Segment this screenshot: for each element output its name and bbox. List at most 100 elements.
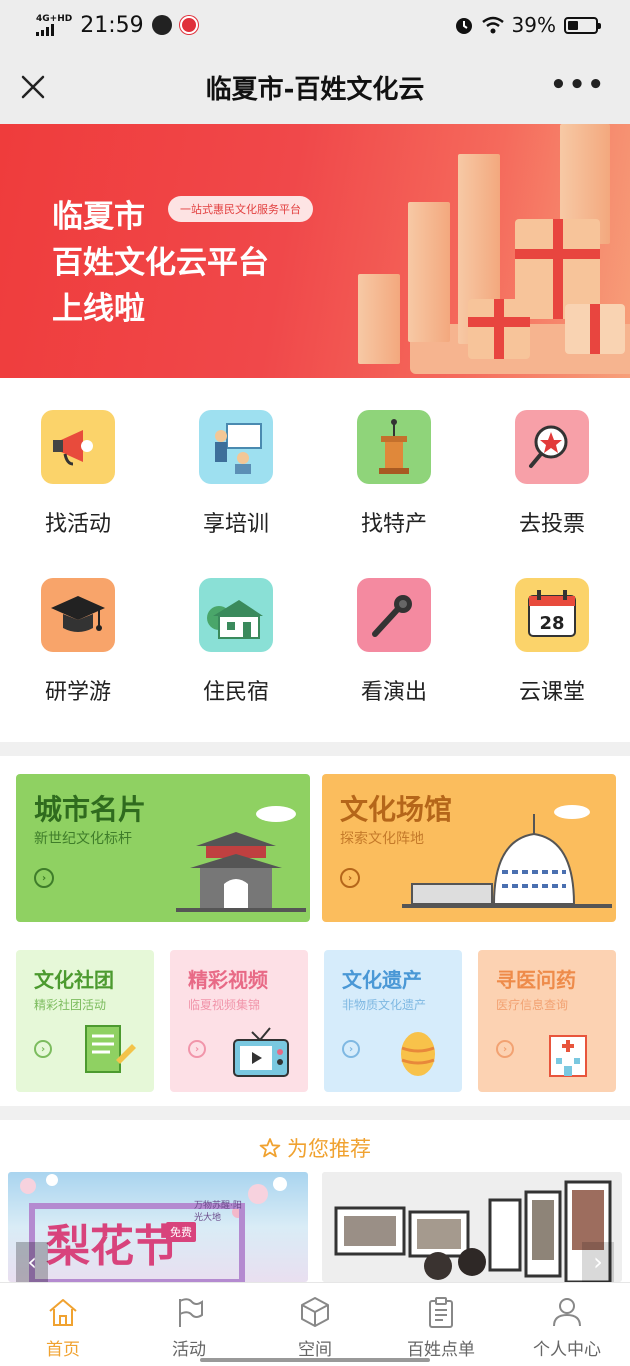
card-subtitle: 新世纪文化标杆 bbox=[34, 831, 132, 847]
alarm-icon bbox=[455, 18, 472, 34]
signal-icon bbox=[36, 23, 54, 36]
tab-home[interactable]: 首页 bbox=[0, 1283, 126, 1366]
pear-festival-subtext: 万物苏醒·阳光大地 bbox=[194, 1201, 242, 1223]
wifi-icon bbox=[481, 16, 504, 34]
vote-icon bbox=[515, 410, 589, 484]
card-videos[interactable]: 精彩视频 临夏视频集锦 › bbox=[170, 950, 308, 1092]
user-icon bbox=[553, 1298, 581, 1327]
card-title: 精彩视频 bbox=[188, 968, 268, 992]
page-title: 临夏市-百姓文化云 bbox=[205, 74, 425, 105]
grid-item-vote[interactable]: 去投票 bbox=[482, 378, 622, 538]
carousel-next-icon[interactable]: › bbox=[582, 1242, 614, 1282]
signal-indicator: 4G+HD bbox=[36, 13, 73, 36]
clipboard-icon bbox=[429, 1297, 453, 1328]
app-notification-icon bbox=[179, 16, 198, 34]
banner-line-3: 上线啦 bbox=[52, 291, 145, 327]
arrow-right-icon: › bbox=[34, 1040, 52, 1058]
grid-label: 研学游 bbox=[44, 680, 111, 705]
card-culture-clubs[interactable]: 文化社团 精彩社团活动 › bbox=[16, 950, 154, 1092]
tab-label: 活动 bbox=[172, 1340, 206, 1360]
grid-label: 找活动 bbox=[44, 512, 111, 537]
tab-public-order[interactable]: 百姓点单 bbox=[378, 1283, 504, 1366]
notebook-icon bbox=[85, 1025, 136, 1073]
section-divider bbox=[0, 742, 630, 756]
chat-notification-icon bbox=[151, 15, 172, 35]
tab-space[interactable]: 空间 bbox=[252, 1283, 378, 1366]
status-left: 4G+HD 21:59 bbox=[36, 13, 198, 38]
recommend-card-exhibition[interactable]: › bbox=[322, 1172, 622, 1282]
grid-item-specialties[interactable]: 找特产 bbox=[324, 378, 464, 538]
card-subtitle: 非物质文化遗产 bbox=[342, 998, 427, 1012]
feature-grid: 找活动 享培训 找特产 去投票 研学游 住民宿 看演出 28 云课堂 bbox=[0, 378, 630, 742]
section-divider bbox=[0, 1106, 630, 1120]
grid-item-performance[interactable]: 看演出 bbox=[324, 546, 464, 706]
tab-profile[interactable]: 个人中心 bbox=[504, 1283, 630, 1366]
grid-item-cloud-class[interactable]: 28 云课堂 bbox=[482, 546, 622, 706]
home-icon bbox=[49, 1299, 77, 1326]
card-title: 文化社团 bbox=[34, 968, 114, 992]
star-icon bbox=[259, 1138, 281, 1158]
megaphone-icon bbox=[41, 410, 115, 484]
grid-label: 找特产 bbox=[360, 512, 427, 537]
pear-festival-title: 梨花节 bbox=[46, 1221, 178, 1272]
pagoda-icon bbox=[176, 806, 306, 912]
arrow-right-icon: › bbox=[340, 868, 360, 888]
card-medical[interactable]: 寻医问药 医疗信息查询 › bbox=[478, 950, 616, 1092]
grid-item-training[interactable]: 享培训 bbox=[166, 378, 306, 538]
tv-icon bbox=[233, 1027, 289, 1077]
free-badge: 免费 bbox=[166, 1222, 196, 1242]
arrow-right-icon: › bbox=[188, 1040, 206, 1058]
clock: 21:59 bbox=[80, 12, 144, 38]
training-icon bbox=[199, 410, 273, 484]
network-type: 4G+HD bbox=[36, 13, 73, 24]
grid-label: 享培训 bbox=[202, 512, 269, 537]
card-title: 文化遗产 bbox=[342, 968, 422, 992]
more-options-icon[interactable]: ••• bbox=[550, 72, 606, 98]
card-title: 寻医问药 bbox=[496, 968, 576, 992]
tab-label: 个人中心 bbox=[533, 1340, 601, 1360]
title-bar: 临夏市-百姓文化云 ••• bbox=[0, 50, 630, 124]
carousel-prev-icon[interactable]: ‹ bbox=[16, 1242, 48, 1282]
card-culture-venues[interactable]: 文化场馆 探索文化阵地 › bbox=[322, 774, 616, 922]
card-subtitle: 精彩社团活动 bbox=[34, 998, 107, 1012]
arrow-right-icon: › bbox=[342, 1040, 360, 1058]
status-right: 39% bbox=[454, 13, 601, 37]
grid-label: 看演出 bbox=[360, 680, 427, 705]
stadium-icon bbox=[402, 805, 612, 908]
tab-label: 百姓点单 bbox=[407, 1340, 475, 1360]
home-indicator bbox=[200, 1358, 430, 1362]
banner-tag: 一站式惠民文化服务平台 bbox=[168, 196, 313, 222]
tab-label: 空间 bbox=[298, 1340, 332, 1360]
recommend-card-pear-festival[interactable]: 梨花节 万物苏醒·阳光大地 免费 ‹ bbox=[8, 1172, 308, 1282]
arrow-right-icon: › bbox=[496, 1040, 514, 1058]
egg-icon bbox=[401, 1032, 435, 1076]
graduation-cap-icon bbox=[41, 578, 115, 652]
close-icon[interactable] bbox=[18, 72, 48, 102]
tab-activities[interactable]: 活动 bbox=[126, 1283, 252, 1366]
card-city-profile[interactable]: 城市名片 新世纪文化标杆 › bbox=[16, 774, 310, 922]
calendar-day: 28 bbox=[539, 613, 564, 634]
recommend-label: 为您推荐 bbox=[287, 1137, 371, 1161]
podium-icon bbox=[357, 410, 431, 484]
microphone-icon bbox=[357, 578, 431, 652]
tab-label: 首页 bbox=[46, 1340, 80, 1360]
banner-line-2: 百姓文化云平台 bbox=[52, 245, 269, 281]
battery-percent: 39% bbox=[511, 13, 556, 37]
battery-icon bbox=[564, 16, 601, 34]
grid-item-homestay[interactable]: 住民宿 bbox=[166, 546, 306, 706]
grid-item-study-tour[interactable]: 研学游 bbox=[8, 546, 148, 706]
card-heritage[interactable]: 文化遗产 非物质文化遗产 › bbox=[324, 950, 462, 1092]
recommend-header: 为您推荐 bbox=[0, 1130, 630, 1166]
flag-icon bbox=[179, 1298, 203, 1327]
bottom-tab-bar: 首页 活动 空间 百姓点单 个人中心 bbox=[0, 1282, 630, 1366]
card-title: 城市名片 bbox=[34, 793, 147, 826]
arrow-right-icon: › bbox=[34, 868, 54, 888]
calendar-icon: 28 bbox=[515, 578, 589, 652]
grid-label: 去投票 bbox=[518, 512, 585, 537]
card-subtitle: 临夏视频集锦 bbox=[188, 998, 261, 1012]
grid-item-find-activity[interactable]: 找活动 bbox=[8, 378, 148, 538]
card-subtitle: 医疗信息查询 bbox=[496, 998, 569, 1012]
exhibition-photo bbox=[322, 1172, 622, 1282]
promo-banner[interactable]: 临夏市 百姓文化云平台 上线啦 一站式惠民文化服务平台 bbox=[0, 124, 630, 378]
house-icon bbox=[199, 578, 273, 652]
